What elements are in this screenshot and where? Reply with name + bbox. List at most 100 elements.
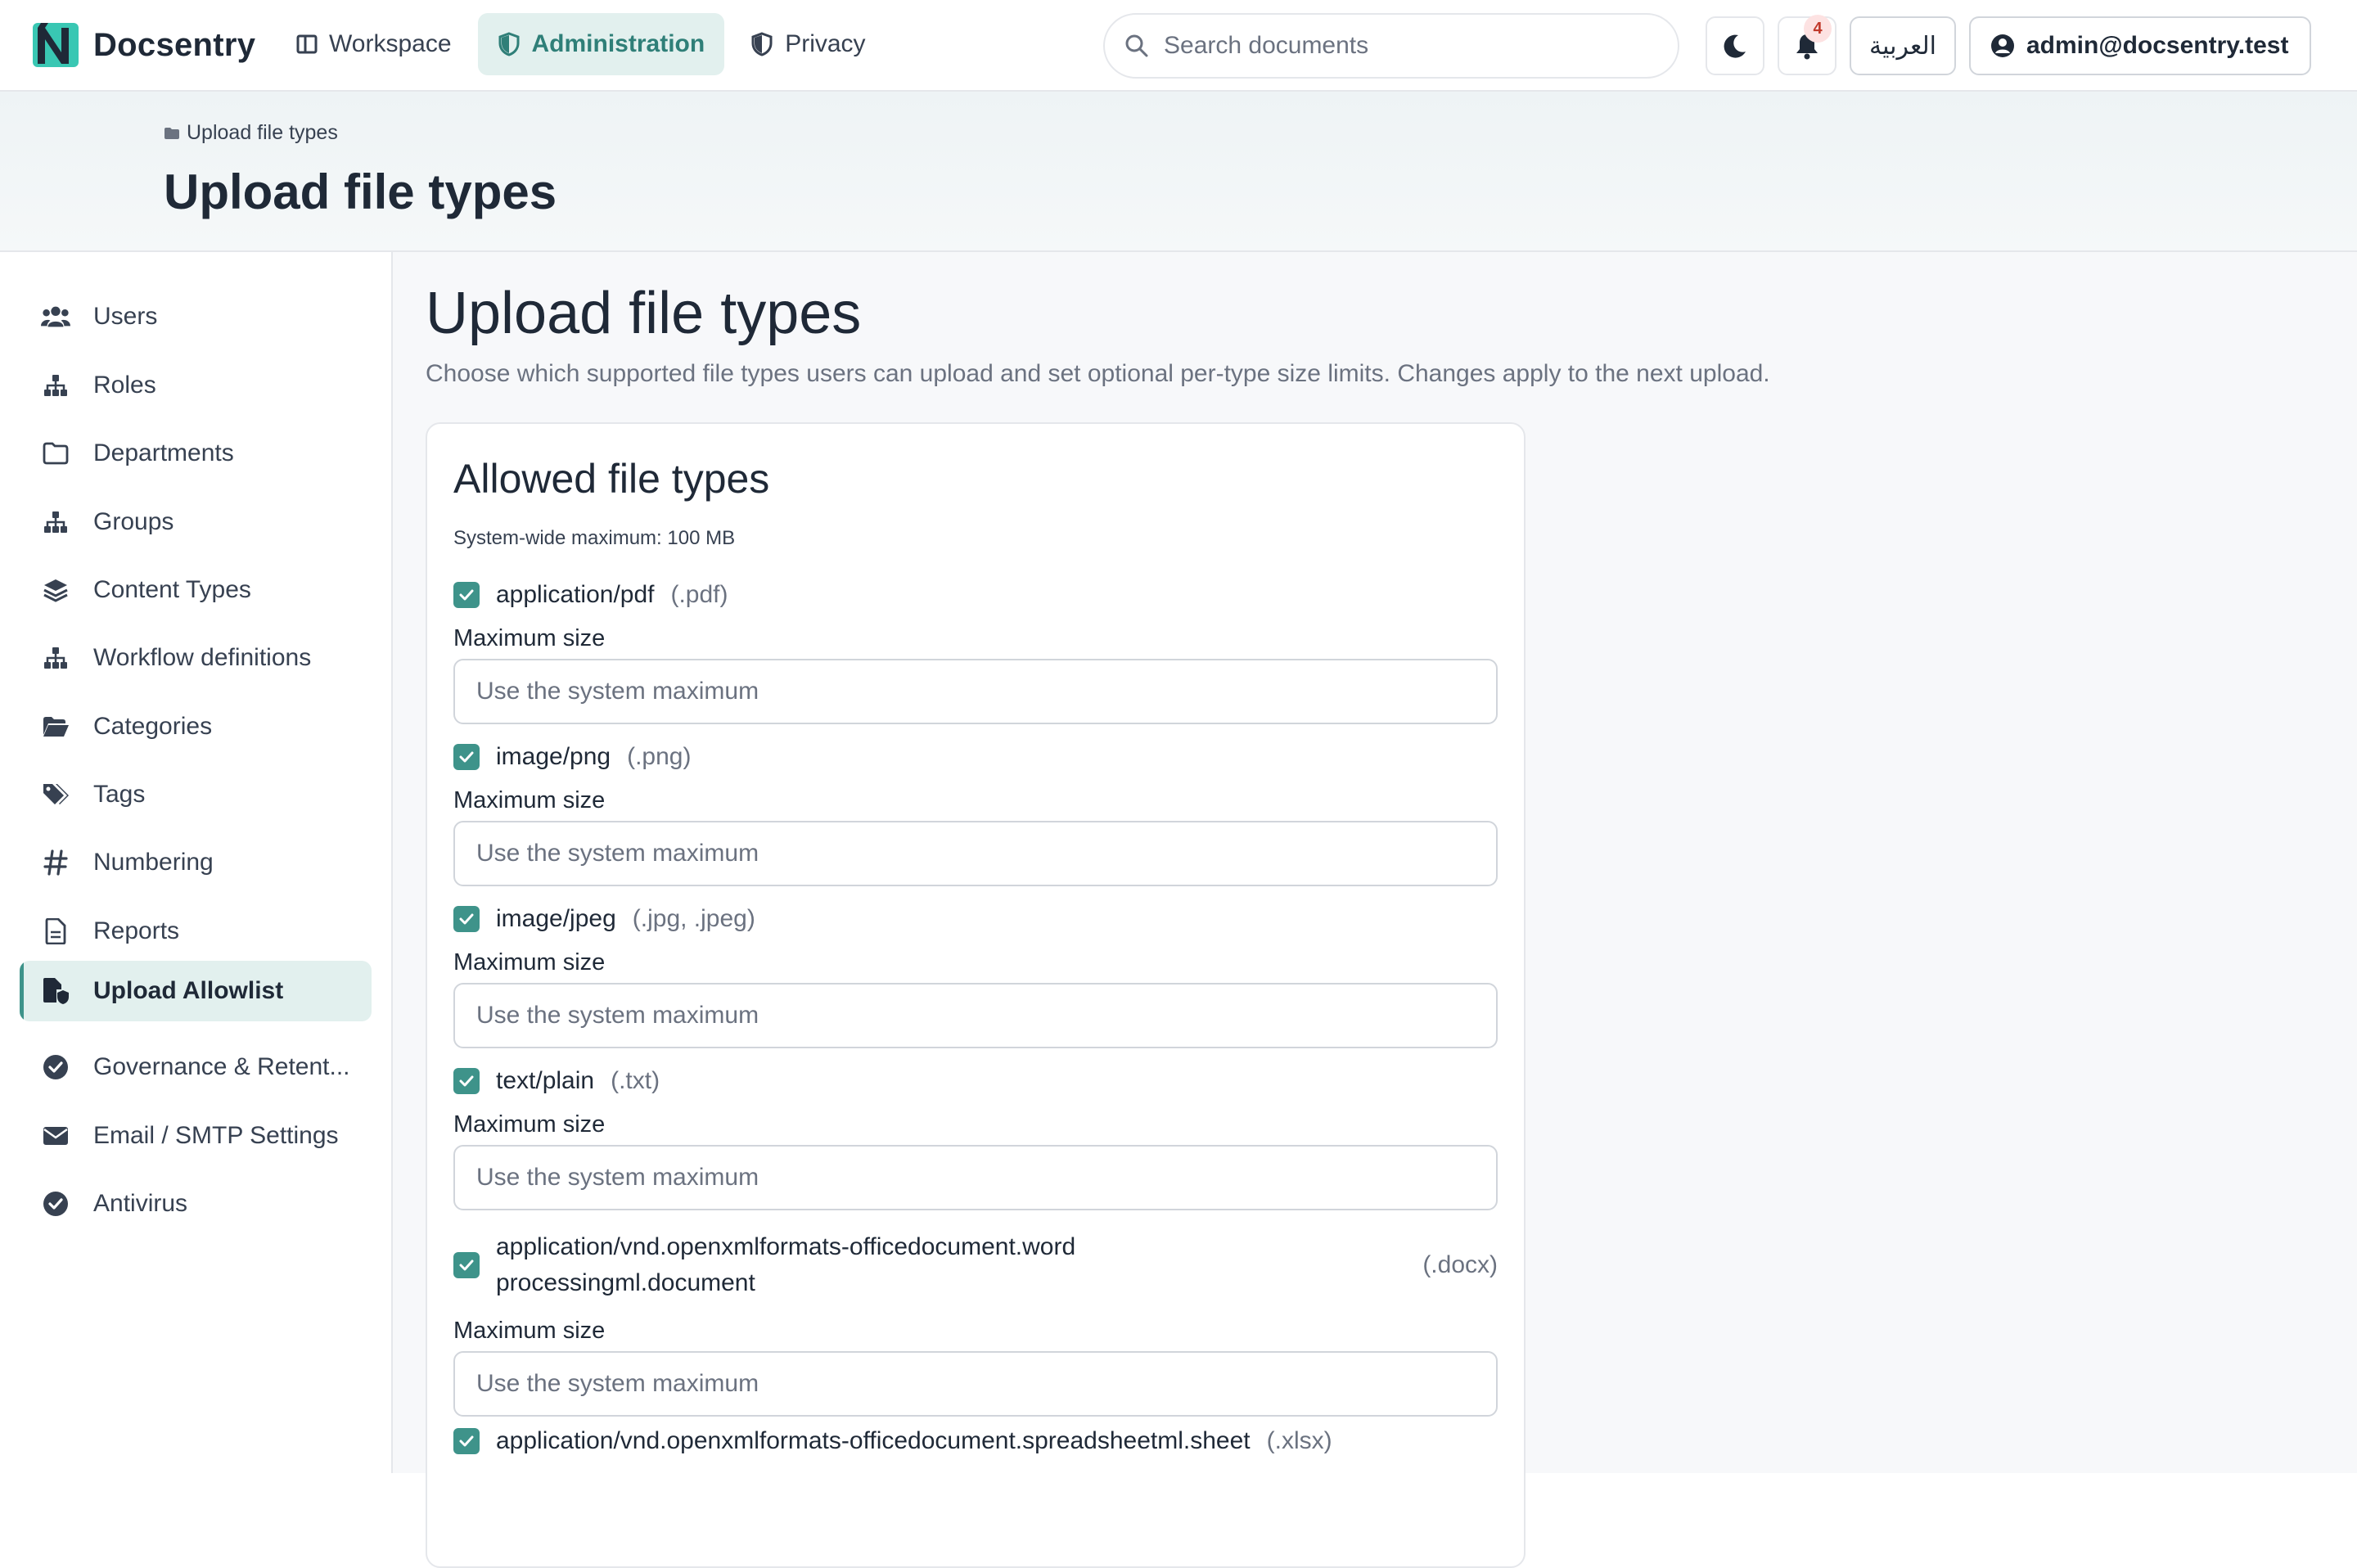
file-type-row: application/pdf (.pdf) Maximum size — [453, 581, 1498, 724]
max-size-label: Maximum size — [453, 949, 606, 975]
sidebar-item-workflow-definitions[interactable]: Workflow definitions — [20, 628, 372, 688]
docsentry-logo-icon — [31, 21, 82, 69]
file-type-row: text/plain (.txt) Maximum size — [453, 1067, 1498, 1210]
main-nav: Workspace Administration Privacy — [277, 13, 886, 75]
sidebar-item-governance-retention[interactable]: Governance & Retent... — [20, 1037, 372, 1097]
section-title: Upload file types — [426, 281, 862, 346]
sidebar-item-roles[interactable]: Roles — [20, 355, 372, 416]
file-shield-icon — [41, 976, 70, 1006]
admin-sidebar: Users Roles Departments Groups Content T… — [0, 252, 393, 1473]
hash-icon — [41, 848, 70, 877]
user-circle-icon — [1990, 34, 2015, 58]
sidebar-item-label: Roles — [93, 372, 156, 399]
columns-icon — [296, 34, 318, 55]
extensions: (.png) — [627, 743, 692, 770]
sidebar-item-label: Workflow definitions — [93, 644, 312, 671]
max-size-label: Maximum size — [453, 625, 606, 651]
mime-type: application/vnd.openxmlformats-officedoc… — [496, 1233, 1076, 1296]
sidebar-item-email-smtp-settings[interactable]: Email / SMTP Settings — [20, 1106, 372, 1166]
max-size-label: Maximum size — [453, 1318, 606, 1344]
breadcrumb-current[interactable]: Upload file types — [187, 121, 338, 145]
folder-open-icon — [41, 712, 70, 741]
sidebar-item-upload-allowlist[interactable]: Upload Allowlist — [20, 961, 372, 1021]
page-title: Upload file types — [164, 164, 557, 219]
moon-icon — [1721, 32, 1749, 60]
user-menu-button[interactable]: admin@docsentry.test — [1969, 16, 2311, 75]
sidebar-item-users[interactable]: Users — [20, 286, 372, 347]
tags-icon — [41, 780, 70, 809]
sidebar-item-label: Upload Allowlist — [93, 977, 284, 1004]
folder-icon — [164, 127, 180, 140]
max-size-input-txt[interactable] — [453, 1145, 1498, 1210]
checkbox-txt[interactable] — [453, 1068, 480, 1094]
page-header: Upload file types Upload file types — [0, 92, 2357, 252]
nav-privacy[interactable]: Privacy — [731, 13, 885, 75]
sidebar-item-label: Categories — [93, 713, 213, 740]
max-size-input-pdf[interactable] — [453, 659, 1498, 724]
file-type-row: application/vnd.openxmlformats-officedoc… — [453, 1229, 1498, 1417]
check-circle-icon — [41, 1189, 70, 1219]
nav-privacy-label: Privacy — [785, 30, 866, 57]
breadcrumb: Upload file types — [164, 121, 338, 145]
sidebar-item-content-types[interactable]: Content Types — [20, 560, 372, 620]
extensions: (.txt) — [611, 1067, 660, 1094]
sidebar-item-departments[interactable]: Departments — [20, 423, 372, 484]
search-icon — [1124, 34, 1149, 58]
sidebar-item-label: Numbering — [93, 849, 214, 876]
sidebar-item-reports[interactable]: Reports — [20, 901, 372, 962]
max-size-input-png[interactable] — [453, 821, 1498, 886]
notification-count-badge: 4 — [1804, 15, 1832, 43]
search-input[interactable] — [1162, 31, 1656, 61]
mime-type: image/jpeg — [496, 905, 616, 932]
file-type-row: application/vnd.openxmlformats-officedoc… — [453, 1427, 1498, 1455]
extensions: (.docx) — [1422, 1251, 1498, 1278]
section-description: Choose which supported file types users … — [426, 360, 1770, 387]
allowed-file-types-card: Allowed file types System-wide maximum: … — [426, 422, 1526, 1568]
shield-icon — [498, 32, 521, 56]
sidebar-item-antivirus[interactable]: Antivirus — [20, 1174, 372, 1234]
sitemap-icon — [41, 643, 70, 673]
mime-type: image/png — [496, 743, 611, 770]
sidebar-item-tags[interactable]: Tags — [20, 764, 372, 825]
system-max-note: System-wide maximum: 100 MB — [453, 527, 736, 549]
main-content: Upload file types Choose which supported… — [393, 252, 2357, 1568]
language-toggle-button[interactable]: العربية — [1850, 16, 1956, 75]
mime-type: application/pdf — [496, 581, 655, 608]
search-box[interactable] — [1103, 13, 1679, 79]
brand[interactable]: Docsentry — [31, 21, 255, 69]
checkbox-jpeg[interactable] — [453, 906, 480, 932]
shield-icon — [750, 32, 773, 56]
nav-administration-label: Administration — [531, 30, 705, 57]
checkbox-png[interactable] — [453, 744, 480, 770]
app-name: Docsentry — [93, 26, 256, 63]
sidebar-item-label: Groups — [93, 508, 174, 535]
checkbox-xlsx[interactable] — [453, 1428, 480, 1454]
users-icon — [41, 302, 70, 331]
mime-type: text/plain — [496, 1067, 595, 1094]
nav-administration[interactable]: Administration — [477, 13, 725, 75]
nav-workspace[interactable]: Workspace — [277, 13, 471, 75]
sidebar-item-numbering[interactable]: Numbering — [20, 832, 372, 893]
extensions: (.pdf) — [670, 581, 728, 608]
sidebar-item-label: Antivirus — [93, 1190, 188, 1217]
max-size-label: Maximum size — [453, 1111, 606, 1138]
sidebar-item-label: Governance & Retent... — [93, 1053, 350, 1080]
checkbox-pdf[interactable] — [453, 582, 480, 608]
sitemap-icon — [41, 371, 70, 400]
max-size-input-jpeg[interactable] — [453, 983, 1498, 1048]
mime-type: application/vnd.openxmlformats-officedoc… — [496, 1427, 1251, 1454]
sidebar-item-label: Users — [93, 303, 158, 330]
sidebar-item-label: Content Types — [93, 576, 251, 603]
sidebar-item-groups[interactable]: Groups — [20, 492, 372, 552]
theme-toggle-button[interactable] — [1706, 16, 1764, 75]
sidebar-item-label: Reports — [93, 917, 180, 944]
envelope-icon — [41, 1121, 70, 1151]
sidebar-item-label: Departments — [93, 439, 234, 466]
nav-workspace-label: Workspace — [329, 30, 452, 57]
sitemap-icon — [41, 507, 70, 537]
extensions: (.jpg, .jpeg) — [632, 905, 755, 932]
notifications-button[interactable]: 4 — [1778, 15, 1836, 75]
checkbox-docx[interactable] — [453, 1252, 480, 1278]
sidebar-item-categories[interactable]: Categories — [20, 696, 372, 757]
max-size-input-docx[interactable] — [453, 1351, 1498, 1417]
